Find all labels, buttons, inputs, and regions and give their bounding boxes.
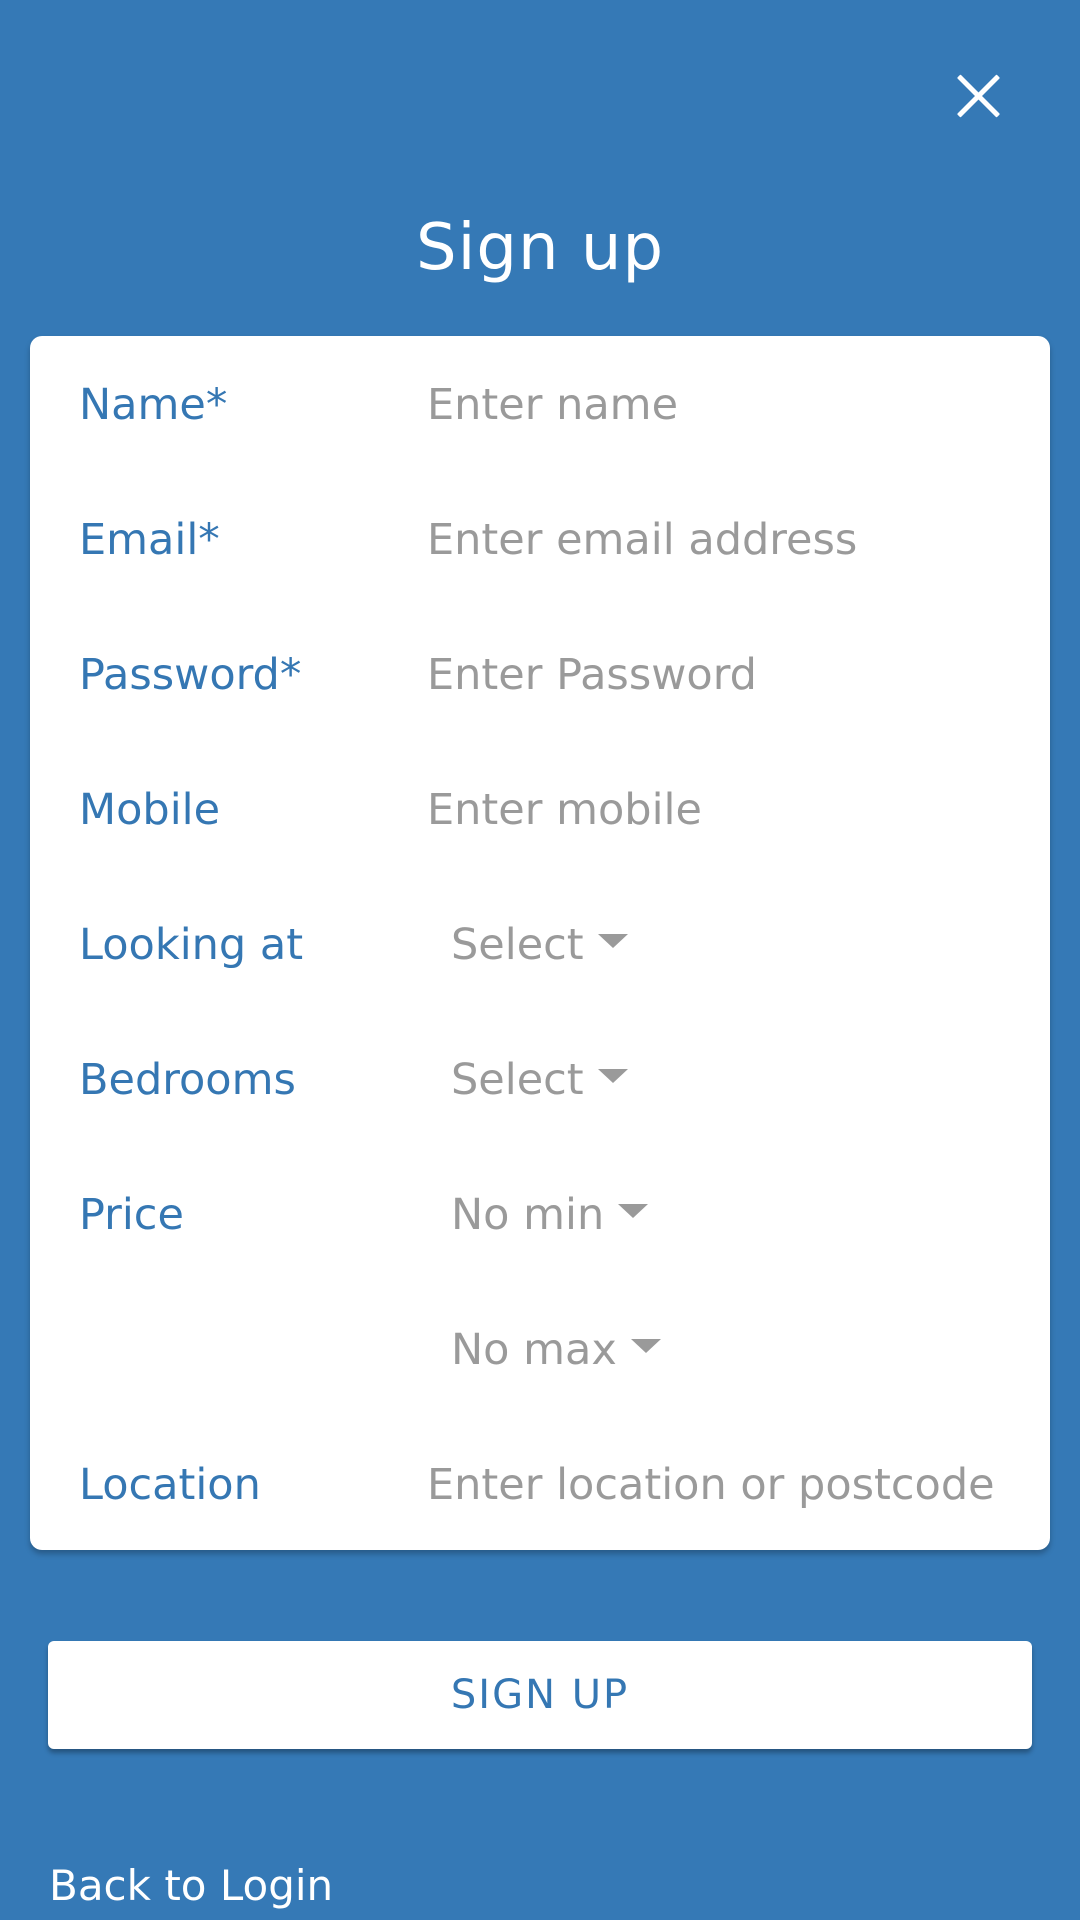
price-min-selected: No min (451, 1190, 605, 1240)
chevron-down-icon (597, 934, 628, 948)
email-label: Email* (79, 515, 220, 565)
looking-at-row: Looking at Select (30, 895, 1050, 995)
price-max-selected: No max (451, 1325, 617, 1375)
password-input[interactable] (427, 635, 1031, 715)
signup-form-card: Name* Email* Password* Mobile Looking at… (30, 336, 1050, 1550)
price-min-select[interactable]: No min (451, 1165, 649, 1265)
name-row: Name* (30, 355, 1050, 455)
name-input[interactable] (427, 365, 1031, 445)
location-label: Location (79, 1460, 261, 1510)
password-row: Password* (30, 625, 1050, 725)
email-input[interactable] (427, 500, 1031, 580)
chevron-down-icon (597, 1069, 628, 1083)
price-max-row: No max (30, 1300, 1050, 1400)
close-button[interactable] (948, 66, 1008, 126)
bedrooms-label: Bedrooms (79, 1055, 296, 1105)
mobile-row: Mobile (30, 760, 1050, 860)
page-title: Sign up (415, 211, 665, 285)
looking-at-select[interactable]: Select (451, 895, 628, 995)
back-to-login-link[interactable]: Back to Login (49, 1856, 333, 1916)
location-row: Location (30, 1435, 1050, 1535)
mobile-label: Mobile (79, 785, 221, 835)
email-row: Email* (30, 490, 1050, 590)
looking-at-selected: Select (451, 920, 584, 970)
sign-up-button[interactable]: SIGN UP (48, 1641, 1032, 1749)
chevron-down-icon (618, 1204, 649, 1218)
chevron-down-icon (630, 1339, 661, 1353)
mobile-input[interactable] (427, 770, 1031, 850)
looking-at-label: Looking at (79, 920, 304, 970)
bedrooms-select[interactable]: Select (451, 1030, 628, 1130)
name-label: Name* (79, 380, 228, 430)
price-min-row: Price No min (30, 1165, 1050, 1265)
bedrooms-row: Bedrooms Select (30, 1030, 1050, 1130)
location-input[interactable] (427, 1445, 1007, 1525)
price-label: Price (79, 1190, 184, 1240)
password-label: Password* (79, 650, 302, 700)
bedrooms-selected: Select (451, 1055, 584, 1105)
price-max-select[interactable]: No max (451, 1300, 661, 1400)
